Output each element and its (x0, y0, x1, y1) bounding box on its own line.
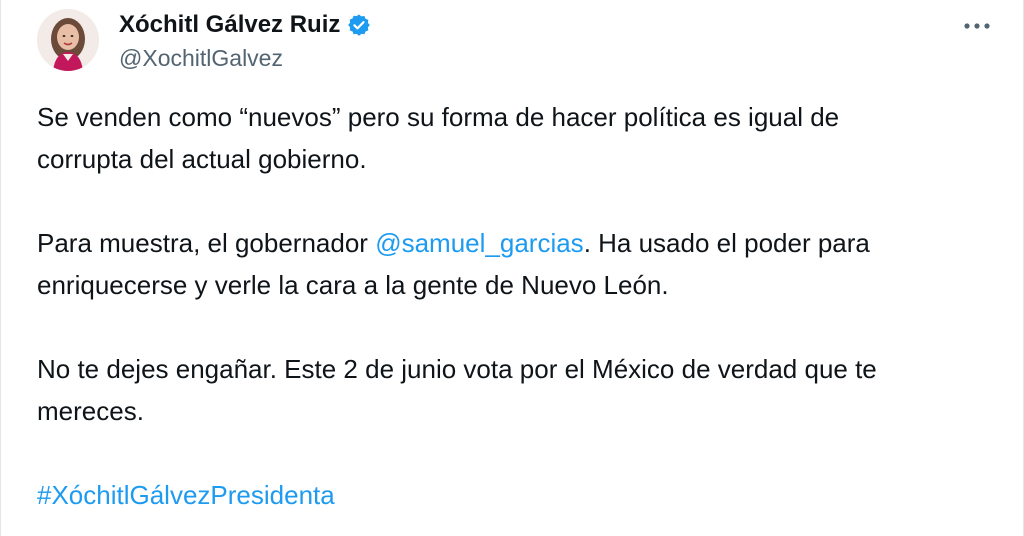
tweet-line-text: Para muestra, el gobernador (37, 228, 376, 258)
tweet-line: No te dejes engañar. Este 2 de junio vot… (37, 354, 877, 384)
tweet-line: Se venden como “nuevos” pero su forma de… (37, 102, 840, 132)
tweet-line: enriquecerse y verle la cara a la gente … (37, 270, 669, 300)
tweet-text: Se venden como “nuevos” pero su forma de… (37, 96, 997, 536)
hashtag-link[interactable]: #XóchitlGálvezPresidenta (37, 480, 335, 510)
verified-badge-icon[interactable] (347, 13, 371, 37)
tweet-header: Xóchitl Gálvez Ruiz @XochitlGalvez (37, 4, 1003, 76)
display-name[interactable]: Xóchitl Gálvez Ruiz (119, 11, 340, 39)
tweet-paragraph-3: No te dejes engañar. Este 2 de junio vot… (37, 348, 997, 432)
user-handle[interactable]: @XochitlGalvez (119, 45, 371, 72)
tweet-paragraph-1: Se venden como “nuevos” pero su forma de… (37, 96, 997, 180)
more-options-icon[interactable] (961, 14, 993, 38)
mention-link[interactable]: @samuel_garcias (375, 228, 583, 258)
name-row: Xóchitl Gálvez Ruiz (119, 9, 371, 41)
tweet-hashtag-paragraph: #XóchitlGálvezPresidenta (37, 474, 997, 516)
profile-avatar[interactable] (37, 9, 99, 71)
avatar-image (37, 9, 99, 71)
tweet-card: Xóchitl Gálvez Ruiz @XochitlGalvez Se ve… (0, 0, 1024, 536)
tweet-line: corrupta del actual gobierno. (37, 144, 367, 174)
tweet-line: mereces. (37, 396, 144, 426)
tweet-line-text: . Ha usado el poder para (583, 228, 870, 258)
tweet-paragraph-2: Para muestra, el gobernador @samuel_garc… (37, 222, 997, 306)
author-names: Xóchitl Gálvez Ruiz @XochitlGalvez (119, 9, 371, 72)
